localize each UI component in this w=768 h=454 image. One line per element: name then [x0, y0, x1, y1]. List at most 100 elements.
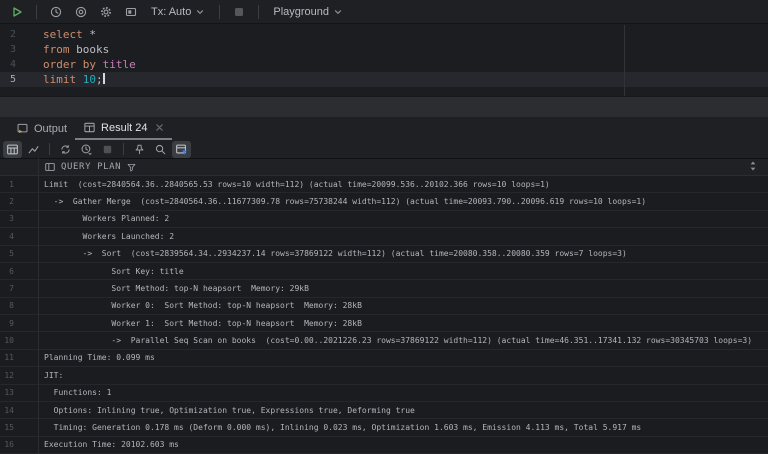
- pin-icon: [133, 143, 146, 156]
- row-number: 4: [0, 232, 38, 241]
- editor-line[interactable]: 5limit 10;: [0, 72, 768, 87]
- tab-result-label: Result 24: [101, 122, 147, 134]
- settings-button[interactable]: [95, 2, 117, 22]
- plan-row-text: Functions: 1: [38, 388, 111, 397]
- stop-icon: [101, 143, 114, 156]
- auto-refresh-clock-icon: [80, 143, 93, 156]
- top-toolbar: Tx: Auto Playground: [0, 0, 768, 24]
- sort-toggle[interactable]: [748, 160, 758, 172]
- record-icon: [74, 5, 88, 19]
- plan-row-text: Worker 0: Sort Method: top-N heapsort Me…: [38, 301, 362, 310]
- toolbar-separator: [219, 5, 220, 19]
- plan-row-text: Sort Key: title: [38, 267, 184, 276]
- auto-refresh-button[interactable]: [77, 141, 96, 158]
- result-tabs-bar: Output Result 24: [0, 117, 768, 140]
- grid-column-header[interactable]: QUERY PLAN: [0, 158, 768, 176]
- result-toolbar: [0, 140, 768, 158]
- plan-row-text: -> Sort (cost=2839564.34..2934237.14 row…: [38, 249, 627, 258]
- plan-row[interactable]: 16Execution Time: 20102.603 ms: [0, 437, 768, 454]
- plan-row-text: -> Gather Merge (cost=2840564.36..116773…: [38, 197, 646, 206]
- reload-icon: [59, 143, 72, 156]
- history-button[interactable]: [45, 2, 67, 22]
- stop-button[interactable]: [98, 141, 117, 158]
- tx-mode-selector[interactable]: Tx: Auto: [145, 2, 211, 22]
- row-number: 8: [0, 301, 38, 310]
- row-number: 12: [0, 371, 38, 380]
- tab-output[interactable]: Output: [8, 117, 75, 140]
- table-icon: [83, 121, 96, 134]
- plan-row[interactable]: 14 Options: Inlining true, Optimization …: [0, 402, 768, 419]
- plan-row-text: -> Parallel Seq Scan on books (cost=0.00…: [38, 336, 752, 345]
- header-gutter: [0, 159, 38, 175]
- plan-row[interactable]: 9 Worker 1: Sort Method: top-N heapsort …: [0, 315, 768, 332]
- grid-view-button[interactable]: [3, 141, 22, 158]
- row-number: 13: [0, 388, 38, 397]
- stop-icon: [232, 5, 246, 19]
- plan-row-text: Workers Planned: 2: [38, 214, 169, 223]
- close-tab-button[interactable]: [155, 123, 164, 132]
- plan-row-text: Workers Launched: 2: [38, 232, 174, 241]
- run-button[interactable]: [6, 2, 28, 22]
- console-selector[interactable]: Playground: [267, 2, 349, 22]
- sql-editor[interactable]: 2select *3from books4order by title5limi…: [0, 25, 768, 96]
- tab-result-24[interactable]: Result 24: [75, 117, 171, 140]
- plan-row[interactable]: 11Planning Time: 0.099 ms: [0, 350, 768, 367]
- search-icon: [154, 143, 167, 156]
- code-text: select *: [16, 27, 96, 42]
- plan-row[interactable]: 15 Timing: Generation 0.178 ms (Deform 0…: [0, 419, 768, 436]
- chevron-down-icon: [195, 7, 205, 17]
- gear-icon: [99, 5, 113, 19]
- plan-row[interactable]: 8 Worker 0: Sort Method: top-N heapsort …: [0, 298, 768, 315]
- filter-icon[interactable]: [126, 162, 137, 173]
- editor-result-splitter[interactable]: [0, 96, 768, 117]
- gutter-divider: [38, 158, 39, 454]
- record-button[interactable]: [70, 2, 92, 22]
- plan-row[interactable]: 2 -> Gather Merge (cost=2840564.36..1167…: [0, 193, 768, 210]
- pin-button[interactable]: [130, 141, 149, 158]
- column-icon: [44, 161, 56, 173]
- row-number: 10: [0, 336, 38, 345]
- plan-row[interactable]: 5 -> Sort (cost=2839564.34..2934237.14 r…: [0, 246, 768, 263]
- tab-output-label: Output: [34, 123, 67, 135]
- sort-arrows-icon: [748, 160, 758, 172]
- plan-row[interactable]: 4 Workers Launched: 2: [0, 228, 768, 245]
- plan-row[interactable]: 7 Sort Method: top-N heapsort Memory: 29…: [0, 280, 768, 297]
- plan-row-text: Execution Time: 20102.603 ms: [38, 440, 179, 449]
- right-margin-guide: [624, 25, 625, 96]
- plan-row-text: Planning Time: 0.099 ms: [38, 353, 155, 362]
- console-selector-label: Playground: [273, 6, 329, 18]
- plan-row[interactable]: 1Limit (cost=2840564.36..2840565.53 rows…: [0, 176, 768, 193]
- plan-row[interactable]: 12JIT:: [0, 367, 768, 384]
- clock-icon: [49, 5, 63, 19]
- plan-row-text: Sort Method: top-N heapsort Memory: 29kB: [38, 284, 309, 293]
- row-number: 14: [0, 406, 38, 415]
- in-editor-results-button[interactable]: [120, 2, 142, 22]
- output-console-icon: [16, 122, 29, 135]
- editor-line[interactable]: 3from books: [0, 42, 768, 57]
- row-number: 6: [0, 267, 38, 276]
- plan-row[interactable]: 6 Sort Key: title: [0, 263, 768, 280]
- stop-button[interactable]: [228, 2, 250, 22]
- plan-row[interactable]: 13 Functions: 1: [0, 385, 768, 402]
- row-number: 3: [0, 214, 38, 223]
- chart-view-button[interactable]: [24, 141, 43, 158]
- plan-row-text: Timing: Generation 0.178 ms (Deform 0.00…: [38, 423, 641, 432]
- code-text: order by title: [16, 57, 136, 72]
- reload-button[interactable]: [56, 141, 75, 158]
- plan-row[interactable]: 3 Workers Planned: 2: [0, 211, 768, 228]
- editor-line[interactable]: 4order by title: [0, 57, 768, 72]
- chevron-down-icon: [333, 7, 343, 17]
- plan-row-text: JIT:: [38, 371, 63, 380]
- plan-row[interactable]: 10 -> Parallel Seq Scan on books (cost=0…: [0, 332, 768, 349]
- table-filter-button[interactable]: [172, 141, 191, 158]
- tx-mode-label: Tx: Auto: [151, 6, 191, 18]
- row-number: 15: [0, 423, 38, 432]
- toolbar-separator: [36, 5, 37, 19]
- toolbar-separator: [123, 143, 124, 155]
- plan-row-text: Limit (cost=2840564.36..2840565.53 rows=…: [38, 180, 550, 189]
- search-button[interactable]: [151, 141, 170, 158]
- editor-line[interactable]: 2select *: [0, 27, 768, 42]
- row-number: 2: [0, 197, 38, 206]
- row-number: 5: [0, 249, 38, 258]
- plan-row-text: Worker 1: Sort Method: top-N heapsort Me…: [38, 319, 362, 328]
